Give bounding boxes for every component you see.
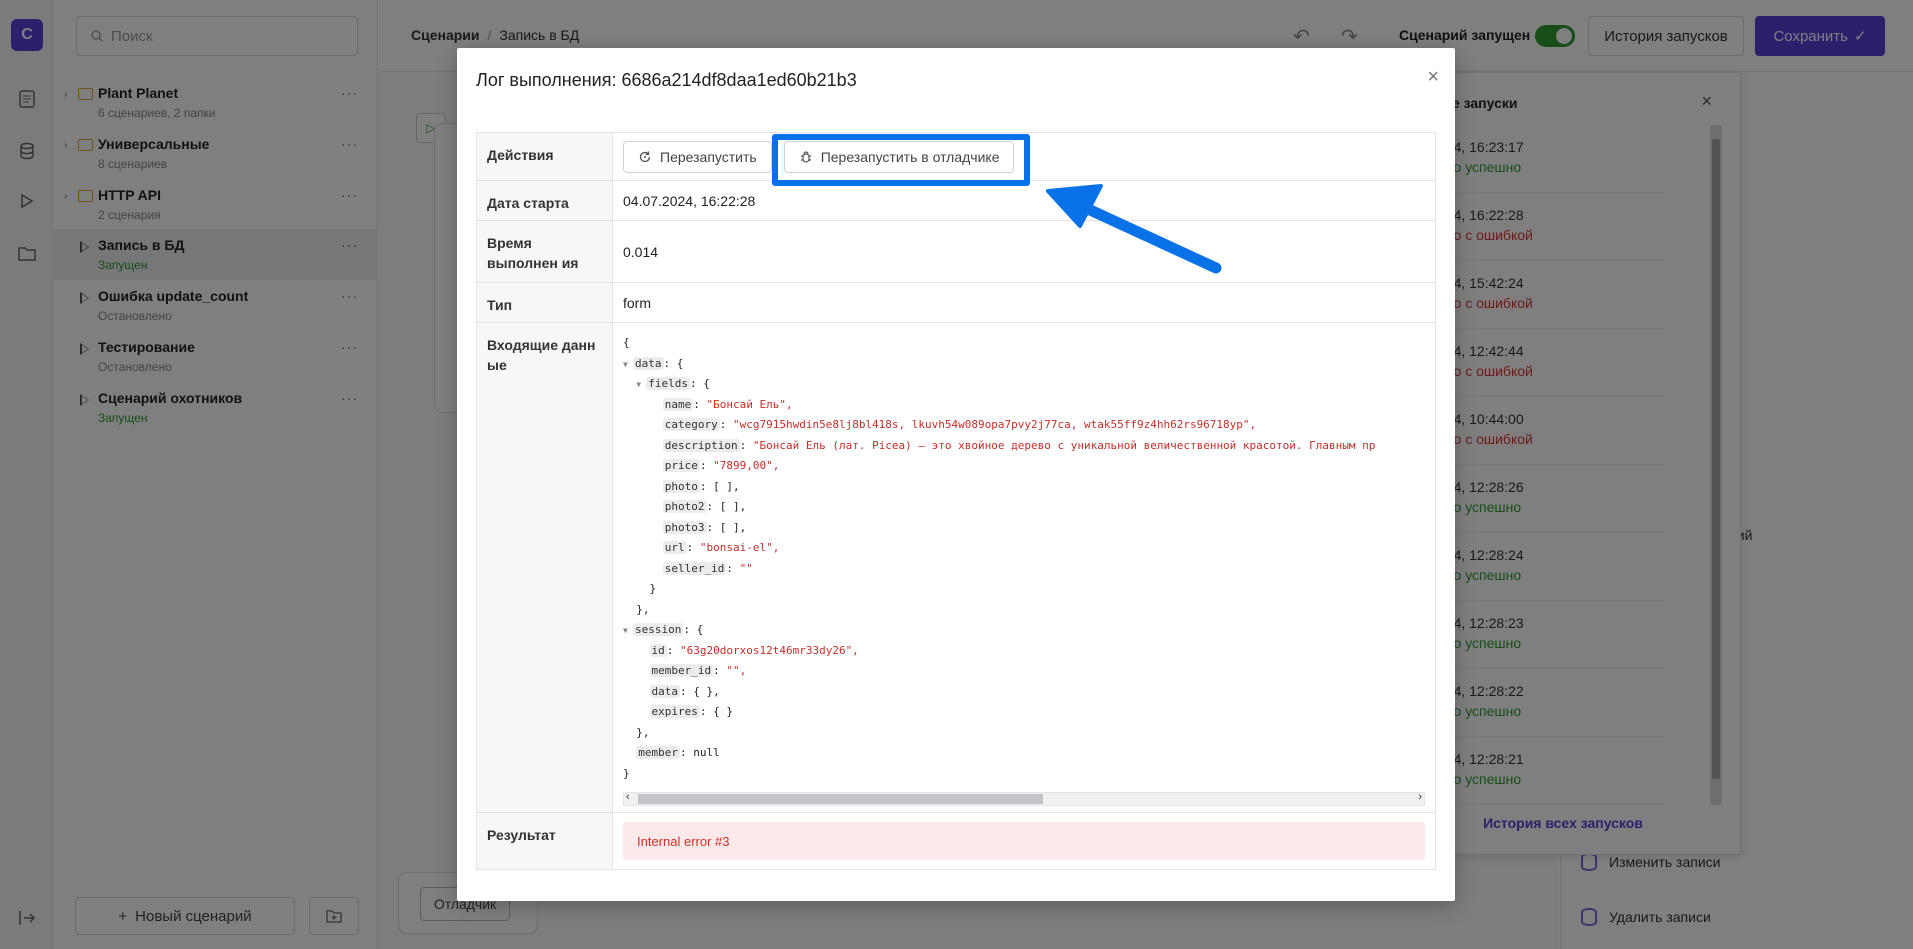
collapse-icon[interactable]: ▼ [623, 355, 633, 376]
json-line: expires: { } [649, 705, 733, 718]
actions-cell: Перезапустить Перезапустить в отладчике [613, 133, 1435, 186]
input-data-cell: { ▼ data: { ▼ fields: { name: "Бонсай Ель"… [613, 323, 1435, 812]
json-line: url: "bonsai-el", [662, 541, 780, 554]
json-line: }, [623, 725, 650, 739]
json-value: "Бонсай Ель", [706, 397, 793, 411]
restart-icon [639, 151, 651, 162]
json-line: }, [623, 602, 650, 616]
json-value: [ ], [719, 520, 747, 534]
row-duration: Время выполнен ия 0.014 [477, 221, 1435, 283]
json-line: category: "wcg7915hwdin5e8lj8bl418s, lku… [662, 418, 1257, 431]
row-result: Результат Internal error #3 [477, 813, 1435, 869]
json-value: "bonsai-el", [699, 541, 780, 554]
label-type: Тип [477, 283, 613, 322]
label-start-date: Дата старта [477, 181, 613, 220]
scroll-left-icon[interactable]: ‹ [626, 791, 630, 803]
json-line: { [623, 336, 630, 349]
json-value: "63g20dorxos12t46mr33dy26", [680, 643, 859, 657]
json-line: photo3: [ ], [662, 520, 747, 534]
collapse-icon[interactable]: ▼ [623, 621, 633, 642]
json-line: ▼ session: { [623, 620, 1425, 641]
json-line: ▼ fields: { [623, 374, 1425, 395]
row-type: Тип form [477, 283, 1435, 323]
json-line: member_id: "", [649, 664, 747, 677]
row-start-date: Дата старта 04.07.2024, 16:22:28 [477, 181, 1435, 221]
row-actions: Действия Перезапустить Перезапустить в о… [477, 133, 1435, 186]
json-line: data: { }, [649, 684, 720, 698]
scroll-thumb[interactable] [638, 794, 1043, 804]
start-date-value: 04.07.2024, 16:22:28 [623, 192, 756, 209]
log-table: Действия Перезапустить Перезапустить в о… [476, 132, 1436, 870]
collapse-icon[interactable]: ▼ [636, 375, 646, 396]
json-value: "wcg7915hwdin5e8lj8bl418s, lkuvh54w089op… [732, 418, 1257, 431]
label-input-data: Входящие данн ые [477, 323, 613, 812]
result-cell: Internal error #3 [613, 813, 1435, 869]
restart-button[interactable]: Перезапустить [623, 140, 772, 173]
close-icon[interactable]: × [1427, 66, 1439, 89]
json-line: photo: [ ], [662, 479, 740, 493]
highlight-frame [772, 134, 1030, 186]
json-line: ▼ data: { [623, 354, 1425, 375]
json-value: [ ], [713, 479, 740, 493]
json-value: "", [726, 664, 747, 677]
type-value: form [623, 294, 651, 311]
json-line: } [623, 582, 657, 595]
json-line: seller_id: "" [662, 561, 753, 575]
duration-value: 0.014 [623, 243, 659, 260]
row-input-data: Входящие данн ые { ▼ data: { ▼ fields: { n… [477, 323, 1435, 813]
label-result: Результат [477, 813, 613, 869]
modal-title: Лог выполнения: 6686a214df8daa1ed60b21b3 [476, 70, 857, 90]
json-value: "" [739, 561, 753, 575]
execution-log-modal: Лог выполнения: 6686a214df8daa1ed60b21b3… [457, 48, 1455, 901]
json-line: } [623, 766, 630, 780]
result-error: Internal error #3 [623, 822, 1425, 860]
json-viewer[interactable]: { ▼ data: { ▼ fields: { name: "Бонсай Ель"… [623, 329, 1425, 787]
json-line: description: "Бонсай Ель (лат. Picea) – … [662, 438, 1376, 452]
json-value: { }, [693, 684, 720, 698]
json-value: [ ], [719, 500, 747, 513]
json-line: member: null [636, 746, 720, 759]
json-value: "Бонсай Ель (лат. Picea) – это хвойное д… [752, 438, 1376, 452]
label-duration: Время выполнен ия [477, 221, 613, 282]
label-actions: Действия [477, 133, 613, 180]
json-value: "7899,00", [713, 459, 780, 472]
json-line: name: "Бонсай Ель", [662, 397, 793, 411]
json-horizontal-scrollbar[interactable]: ‹ › [623, 791, 1425, 806]
json-line: id: "63g20dorxos12t46mr33dy26", [649, 643, 859, 657]
json-line: photo2: [ ], [662, 500, 747, 513]
scroll-right-icon[interactable]: › [1418, 791, 1422, 803]
json-line: price: "7899,00", [662, 459, 780, 472]
json-value: { } [713, 705, 733, 718]
restart-label: Перезапустить [660, 148, 757, 165]
json-value: null [693, 746, 720, 759]
